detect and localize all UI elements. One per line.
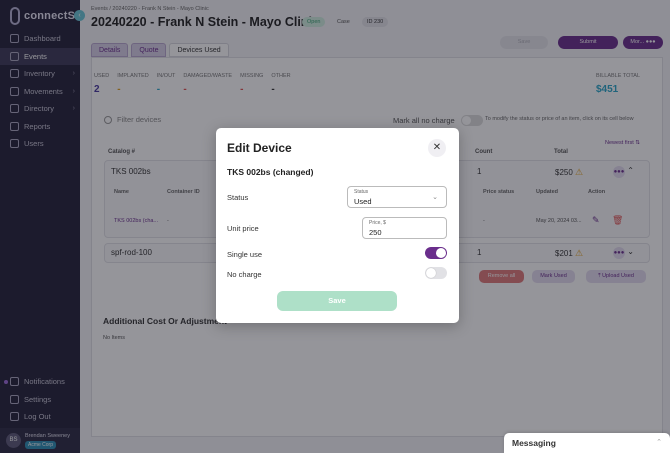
unit-price-label: Unit price (227, 224, 259, 233)
no-charge-label: No charge (227, 270, 262, 279)
status-field-label: Status (354, 189, 369, 195)
single-use-toggle[interactable] (425, 247, 447, 259)
edit-device-modal: Edit Device ✕ TKS 002bs (changed) Status… (216, 128, 459, 323)
messaging-panel[interactable]: Messaging ⌃ (504, 433, 670, 453)
modal-save-button[interactable]: Save (277, 291, 397, 311)
status-label: Status (227, 193, 249, 202)
status-value: Used (354, 197, 372, 206)
status-select[interactable]: Status Used ⌄ (347, 186, 447, 208)
modal-title: Edit Device (227, 141, 292, 155)
close-button[interactable]: ✕ (428, 139, 446, 157)
close-icon: ✕ (432, 142, 442, 153)
no-charge-toggle[interactable] (425, 267, 447, 279)
single-use-label: Single use (227, 250, 263, 259)
messaging-label: Messaging (512, 438, 556, 448)
chevron-up-icon[interactable]: ⌃ (656, 438, 662, 446)
price-value: 250 (369, 228, 382, 237)
chevron-down-icon: ⌄ (432, 194, 438, 201)
price-field-label: Price, $ (369, 220, 386, 226)
device-name: TKS 002bs (changed) (227, 167, 314, 177)
price-input[interactable]: Price, $ 250 (362, 217, 447, 239)
